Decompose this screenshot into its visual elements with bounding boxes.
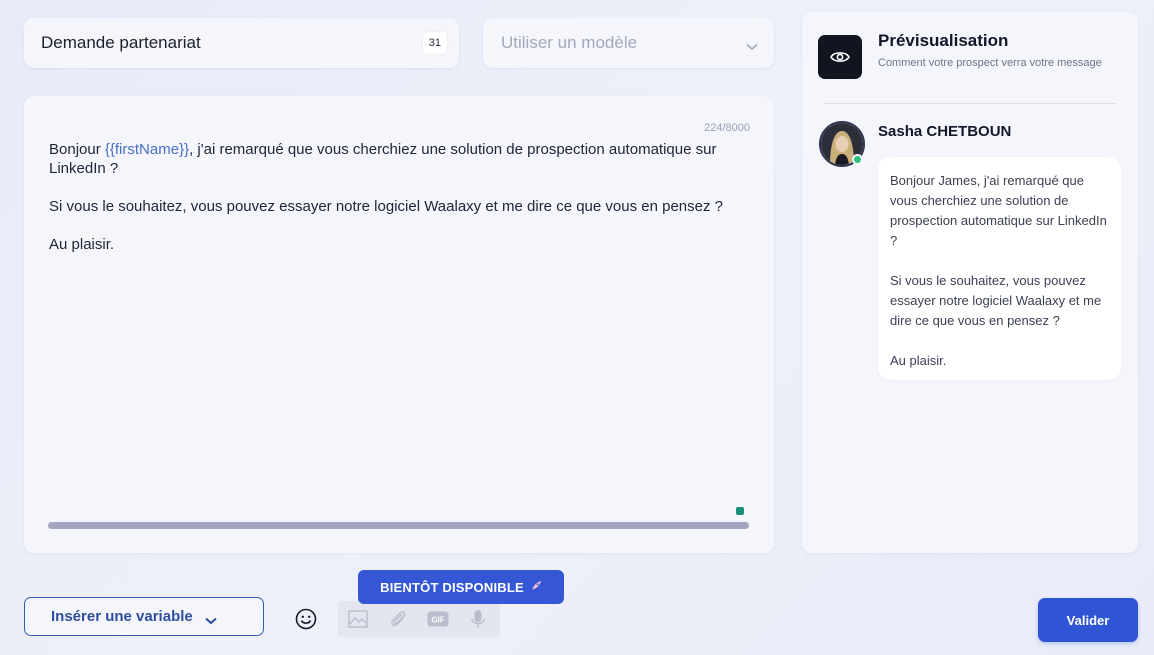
sender-name: Sasha CHETBOUN <box>878 123 1012 140</box>
template-select[interactable]: Utiliser un modèle <box>483 18 774 68</box>
first-name-variable: {{firstName}} <box>104 141 190 158</box>
preview-panel: Prévisualisation Comment votre prospect … <box>802 12 1138 553</box>
preview-title: Prévisualisation <box>878 31 1009 50</box>
message-paragraph: Au plaisir. <box>49 236 115 253</box>
coming-soon-label: BIENTÔT DISPONIBLE <box>380 579 524 595</box>
preview-subtitle: Comment votre prospect verra votre messa… <box>878 57 1102 69</box>
message-char-count: 224/8000 <box>704 122 750 134</box>
insert-variable-button[interactable]: Insérer une variable <box>24 597 264 636</box>
online-status-dot <box>852 154 863 165</box>
divider <box>824 103 1117 104</box>
message-text: Bonjour <box>49 141 105 158</box>
coming-soon-badge: BIENTÔT DISPONIBLE <box>358 570 564 604</box>
message-editor[interactable]: 224/8000 Bonjour {{firstName}}, j'ai rem… <box>24 96 774 553</box>
insert-variable-label: Insérer une variable <box>51 608 193 625</box>
template-placeholder: Utiliser un modèle <box>501 33 638 52</box>
message-paragraph: Bonjour {{firstName}}, j'ai remarqué que… <box>49 140 749 178</box>
chevron-down-icon <box>205 612 217 624</box>
disabled-media-tools: GIF <box>338 601 500 637</box>
eye-icon <box>818 35 862 79</box>
microphone-icon <box>467 609 489 629</box>
resize-handle[interactable] <box>736 507 744 515</box>
bubble-paragraph: Bonjour James, j'ai remarqué que vous ch… <box>890 173 1107 248</box>
message-bubble: Bonjour James, j'ai remarqué que vous ch… <box>878 157 1121 380</box>
validate-button[interactable]: Valider <box>1038 598 1138 642</box>
subject-field[interactable]: Demande partenariat 31 <box>24 18 459 68</box>
image-icon <box>347 609 369 629</box>
message-textarea[interactable]: Bonjour {{firstName}}, j'ai remarqué que… <box>49 140 749 273</box>
gif-icon: GIF <box>427 609 449 629</box>
emoji-icon[interactable] <box>294 607 318 631</box>
bubble-paragraph: Au plaisir. <box>890 353 947 368</box>
subject-char-counter: 31 <box>422 32 447 54</box>
rocket-icon <box>530 580 542 595</box>
attachment-icon <box>387 609 409 629</box>
subject-input[interactable]: Demande partenariat <box>41 33 423 53</box>
chevron-down-icon <box>746 38 758 51</box>
bubble-paragraph: Si vous le souhaitez, vous pouvez essaye… <box>890 273 1102 328</box>
message-paragraph: Si vous le souhaitez, vous pouvez essaye… <box>49 198 723 215</box>
svg-text:GIF: GIF <box>431 616 444 625</box>
horizontal-scrollbar[interactable] <box>48 522 749 529</box>
